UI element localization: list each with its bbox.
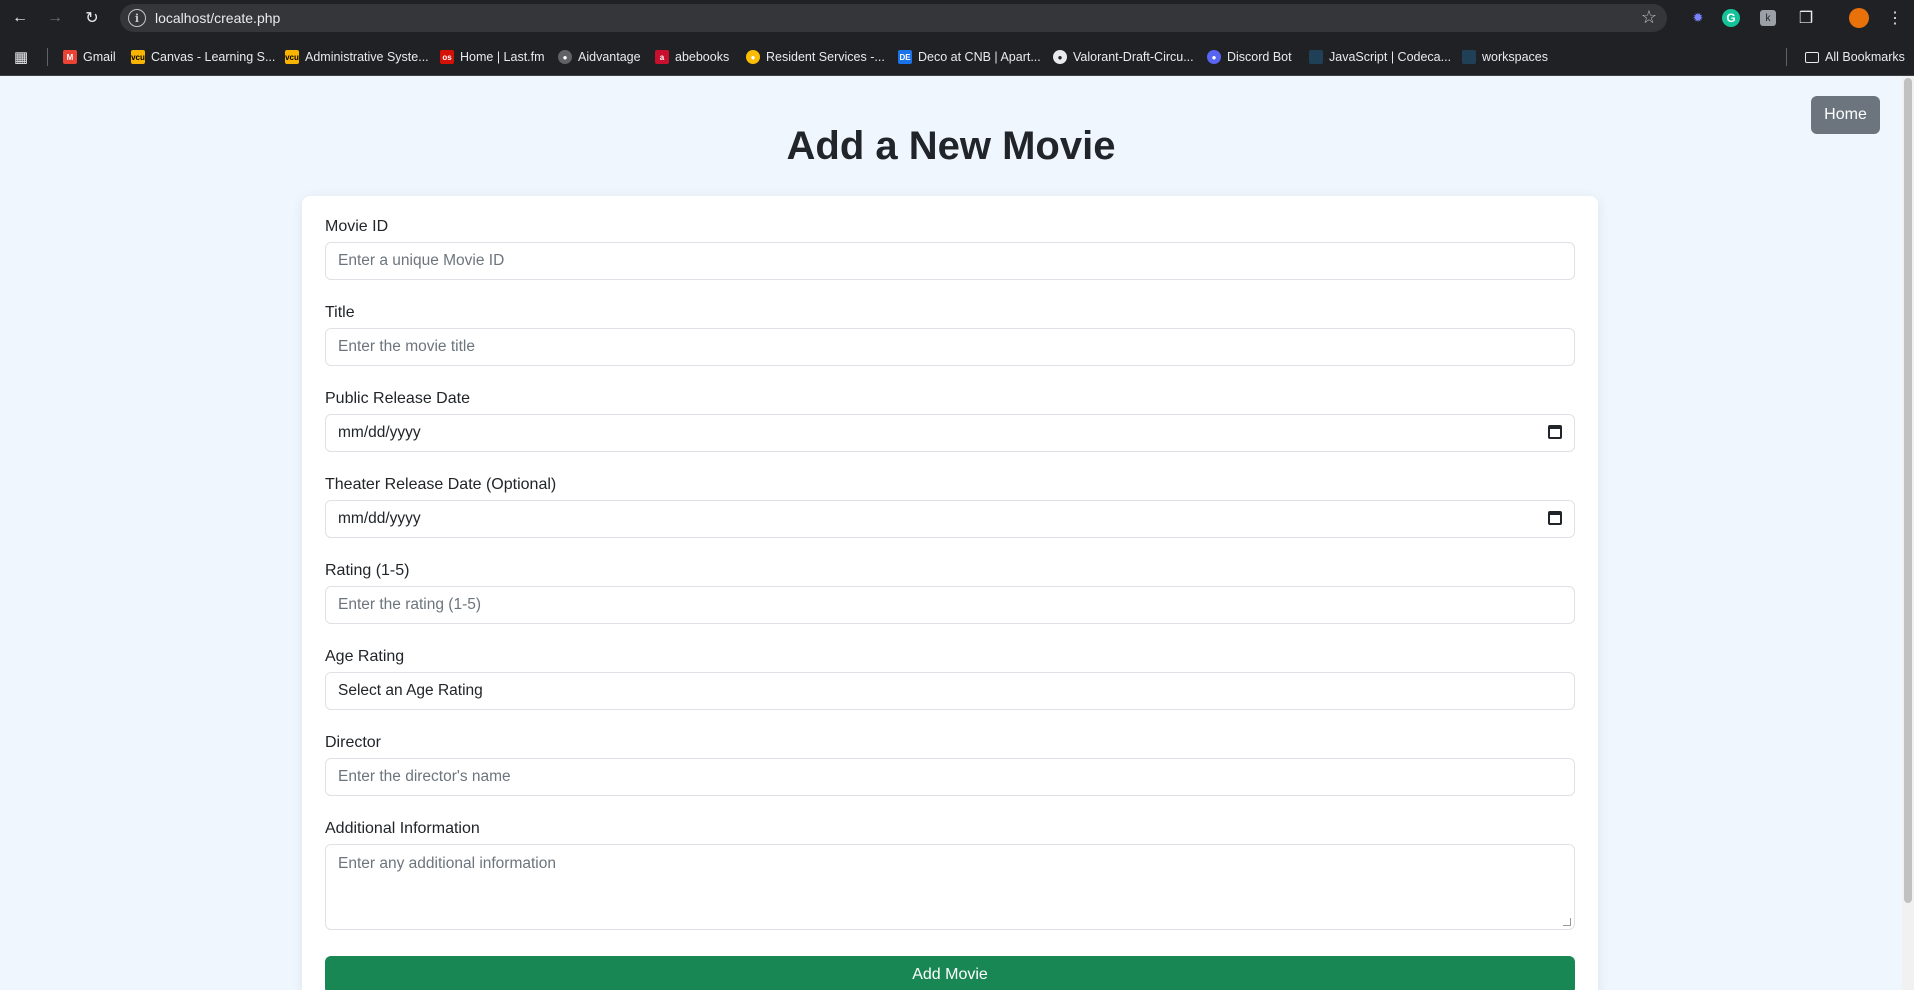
bookmark-label: Aidvantage [578, 50, 641, 64]
deco-icon: DE [898, 50, 912, 64]
extensions-puzzle-icon[interactable]: ❒ [1796, 8, 1816, 28]
forward-arrow-icon[interactable]: → [43, 6, 67, 30]
gmail-icon: M [63, 50, 77, 64]
reload-icon[interactable]: ↻ [80, 6, 104, 30]
theater-release-date-input[interactable]: mm/dd/yyyy [325, 500, 1575, 538]
movie-id-input[interactable]: Enter a unique Movie ID [325, 242, 1575, 280]
theater-release-date-value: mm/dd/yyyy [338, 510, 421, 527]
grammarly-icon[interactable]: G [1722, 9, 1740, 27]
codecademy-icon [1309, 50, 1323, 64]
bookmark-label: Administrative Syste... [305, 50, 429, 64]
workspaces-icon [1462, 50, 1476, 64]
bookmark-resident-services[interactable]: ● Resident Services -... [746, 48, 885, 66]
bookmark-label: Canvas - Learning S... [151, 50, 276, 64]
bookmark-canvas[interactable]: vcu Canvas - Learning S... [131, 48, 275, 66]
resize-handle-icon[interactable] [1563, 918, 1571, 926]
add-movie-button[interactable]: Add Movie [325, 956, 1575, 990]
additional-info-label: Additional Information [325, 820, 480, 837]
bookmark-label: Deco at CNB | Apart... [918, 50, 1041, 64]
browser-toolbar: ← → ↻ i localhost/create.php ☆ ✹ G k ❒ ⋮ [0, 0, 1914, 36]
bookmark-label: Valorant-Draft-Circu... [1073, 50, 1194, 64]
address-bar[interactable]: i localhost/create.php ☆ [120, 4, 1667, 32]
bookmark-separator [47, 48, 48, 66]
abebooks-icon: a [655, 50, 669, 64]
movie-id-label: Movie ID [325, 218, 389, 235]
public-release-date-value: mm/dd/yyyy [338, 424, 421, 441]
bookmark-workspaces[interactable]: workspaces [1462, 48, 1548, 66]
discord-icon: ● [1207, 50, 1221, 64]
additional-info-placeholder: Enter any additional information [338, 855, 556, 872]
director-input[interactable]: Enter the director's name [325, 758, 1575, 796]
folder-icon [1805, 51, 1819, 63]
bookmark-deco-cnb[interactable]: DE Deco at CNB | Apart... [898, 48, 1041, 66]
title-label: Title [325, 304, 355, 321]
additional-info-textarea[interactable]: Enter any additional information [325, 844, 1575, 930]
page-scrollbar[interactable] [1902, 76, 1914, 990]
rating-label: Rating (1-5) [325, 562, 410, 579]
rating-input[interactable]: Enter the rating (1-5) [325, 586, 1575, 624]
bookmark-label: Resident Services -... [766, 50, 885, 64]
profile-avatar-icon[interactable] [1849, 8, 1869, 28]
browser-menu-icon[interactable]: ⋮ [1885, 8, 1905, 28]
back-arrow-icon[interactable]: ← [8, 6, 32, 30]
bookmark-label: abebooks [675, 50, 730, 64]
extension-k-icon[interactable]: k [1760, 10, 1776, 26]
bookmark-valorant-draft[interactable]: ● Valorant-Draft-Circu... [1053, 48, 1194, 66]
age-rating-label: Age Rating [325, 648, 405, 665]
movie-form: Movie ID Enter a unique Movie ID Title E… [302, 196, 1598, 990]
bookmark-label: Home | Last.fm [460, 50, 545, 64]
chrome-icon: ● [746, 50, 760, 64]
director-label: Director [325, 734, 382, 751]
bookmark-abebooks[interactable]: a abebooks [655, 48, 729, 66]
extension-gear-icon[interactable]: ✹ [1688, 8, 1708, 28]
bookmark-separator [1786, 48, 1787, 66]
bookmark-discord-bot[interactable]: ● Discord Bot [1207, 48, 1292, 66]
age-rating-select[interactable]: Select an Age Rating [325, 672, 1575, 710]
all-bookmarks-button[interactable]: All Bookmarks [1805, 48, 1905, 66]
apps-grid-icon[interactable]: ▦ [14, 48, 28, 66]
vcu-icon: vcu [131, 50, 145, 64]
address-bar-url[interactable]: localhost/create.php [155, 10, 280, 26]
all-bookmarks-label: All Bookmarks [1825, 50, 1905, 64]
title-input[interactable]: Enter the movie title [325, 328, 1575, 366]
page-content: Home Add a New Movie Movie ID Enter a un… [0, 76, 1902, 990]
bookmark-label: Gmail [83, 50, 116, 64]
page-title: Add a New Movie [786, 124, 1116, 168]
public-release-date-label: Public Release Date [325, 390, 470, 407]
bookmark-admin-systems[interactable]: vcu Administrative Syste... [285, 48, 429, 66]
vcu-icon: vcu [285, 50, 299, 64]
globe-icon: ● [558, 50, 572, 64]
bookmark-codecademy[interactable]: JavaScript | Codeca... [1309, 48, 1451, 66]
bookmark-star-icon[interactable]: ☆ [1641, 7, 1657, 28]
site-info-icon[interactable]: i [128, 9, 146, 27]
calendar-icon[interactable] [1548, 425, 1562, 439]
bookmark-label: workspaces [1482, 50, 1548, 64]
bookmark-label: JavaScript | Codeca... [1329, 50, 1452, 64]
theater-release-date-label: Theater Release Date (Optional) [325, 476, 557, 493]
public-release-date-input[interactable]: mm/dd/yyyy [325, 414, 1575, 452]
bookmark-lastfm[interactable]: os Home | Last.fm [440, 48, 545, 66]
bookmark-label: Discord Bot [1227, 50, 1292, 64]
bookmark-gmail[interactable]: M Gmail [63, 48, 116, 66]
lastfm-icon: os [440, 50, 454, 64]
bookmark-aidvantage[interactable]: ● Aidvantage [558, 48, 641, 66]
calendar-icon[interactable] [1548, 511, 1562, 525]
scrollbar-thumb[interactable] [1904, 78, 1912, 903]
github-icon: ● [1053, 50, 1067, 64]
